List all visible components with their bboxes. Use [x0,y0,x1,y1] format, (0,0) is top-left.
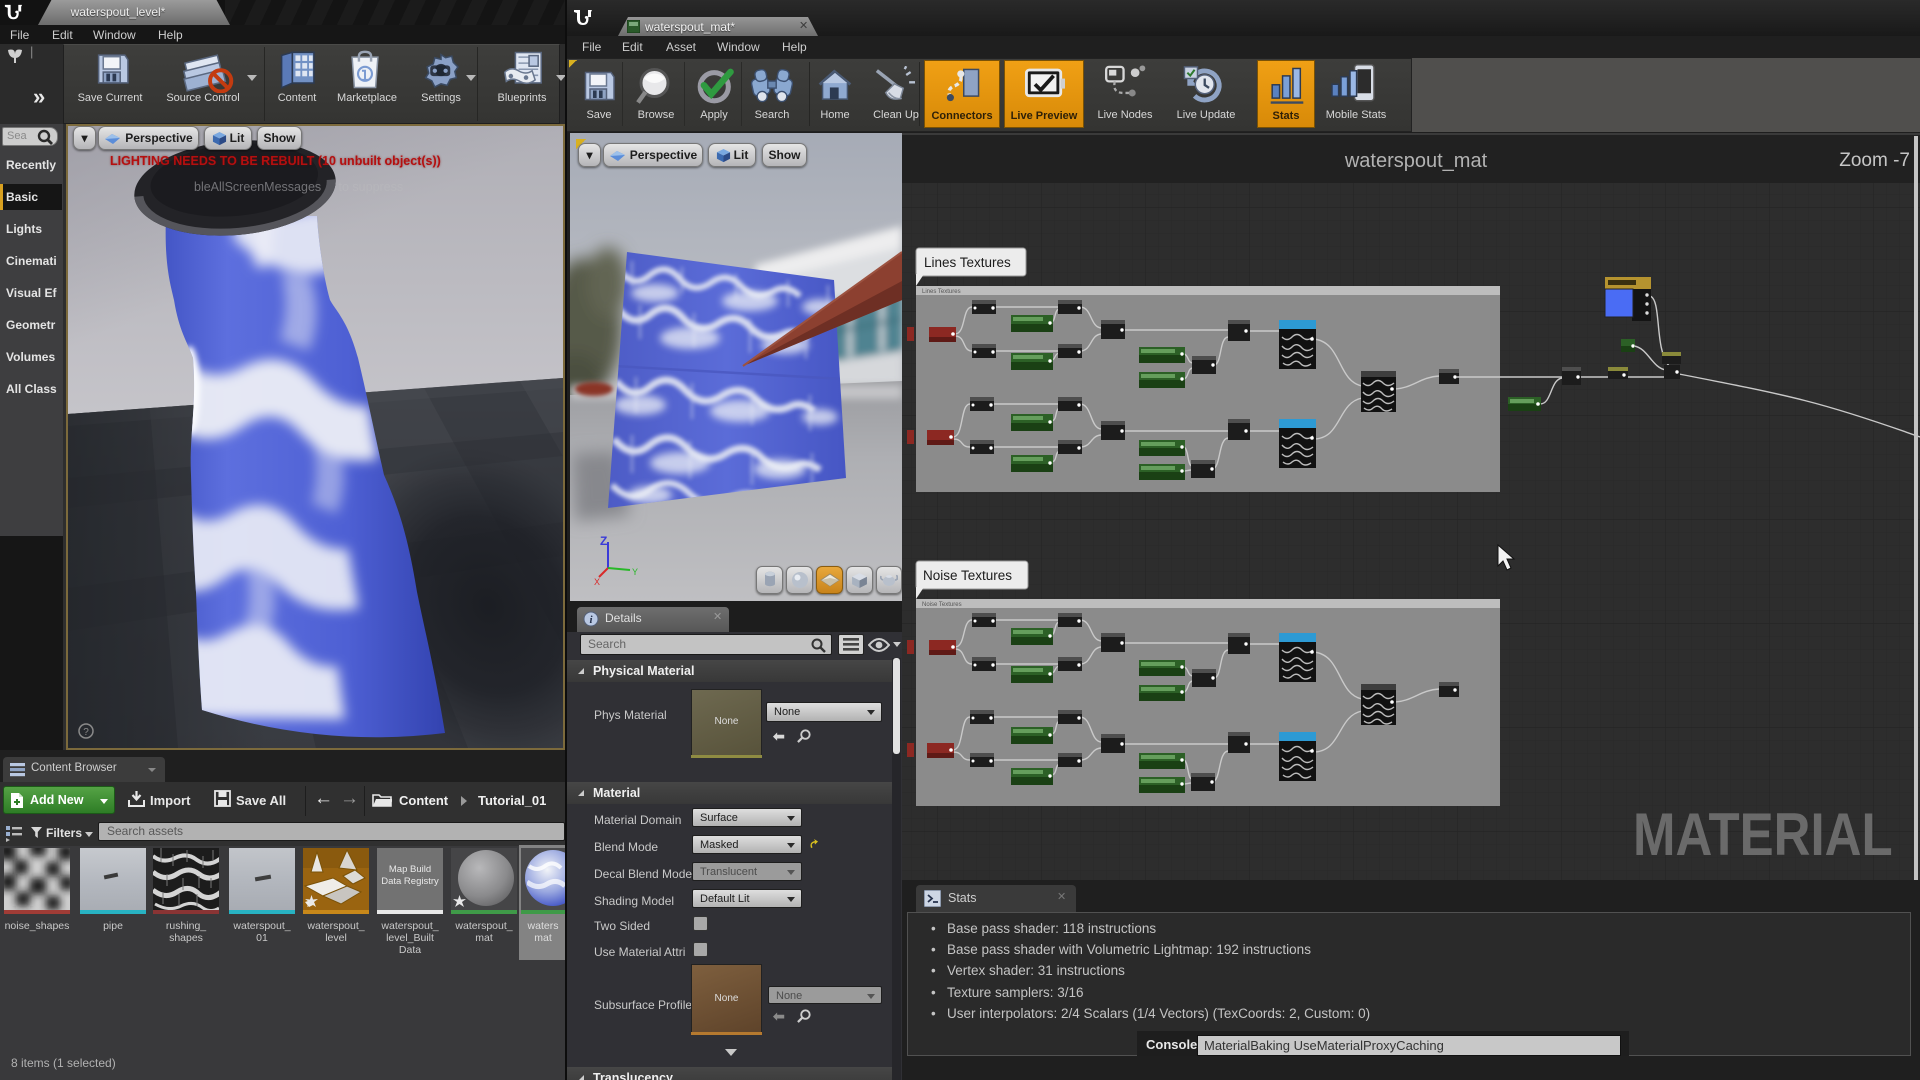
svg-text:Noise Textures: Noise Textures [923,568,1012,583]
svg-text:Z: Z [600,534,607,548]
svg-text:Lines Textures: Lines Textures [922,289,961,295]
svg-text:Lines Textures: Lines Textures [924,255,1011,270]
svg-text:X: X [594,577,600,587]
svg-text:MATERIAL: MATERIAL [1633,801,1893,868]
svg-text:waterspout_mat: waterspout_mat [1344,150,1488,172]
svg-text:Zoom -7: Zoom -7 [1839,150,1910,171]
svg-text:Y: Y [632,567,638,577]
svg-text:Noise Textures: Noise Textures [922,602,962,608]
svg-text:?: ? [83,727,89,738]
